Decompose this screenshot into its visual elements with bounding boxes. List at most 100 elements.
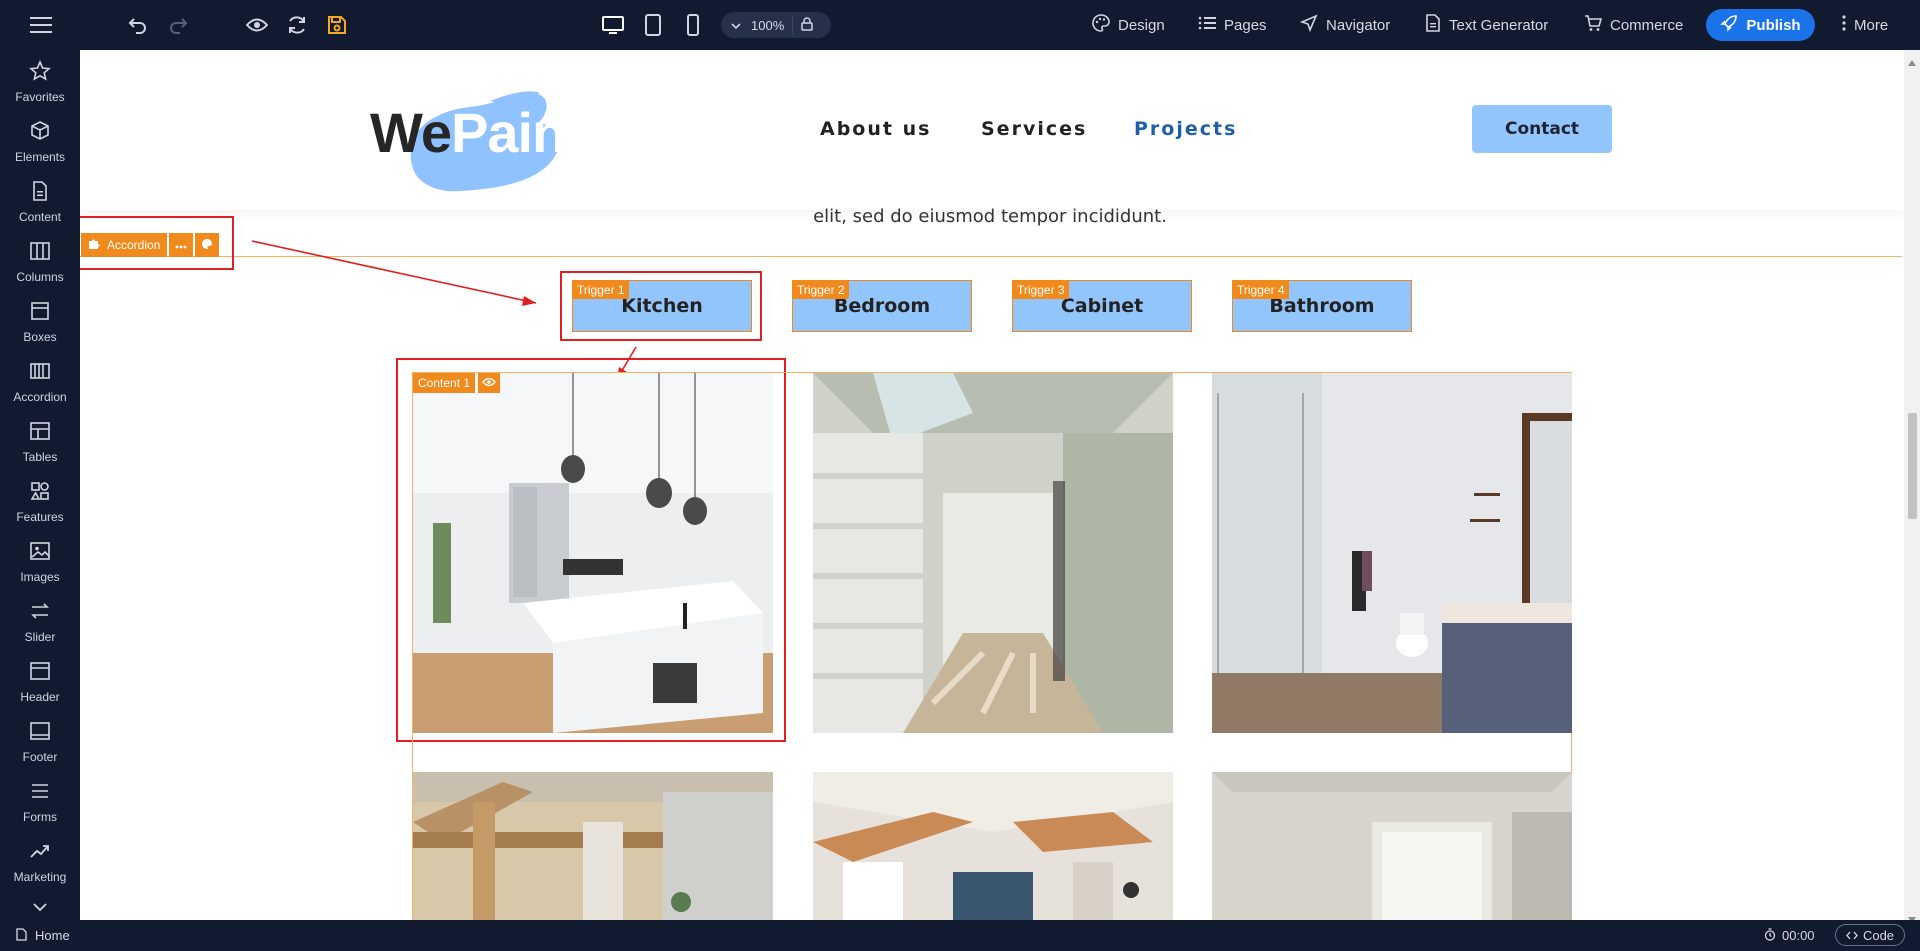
sidebar-item-label: Elements	[14, 150, 66, 164]
sidebar-item-marketing[interactable]: Marketing	[0, 834, 80, 894]
menu-icon[interactable]	[28, 10, 54, 40]
logo-text-light: Paint	[451, 101, 584, 164]
text-generator-label: Text Generator	[1449, 16, 1549, 34]
mobile-view-icon[interactable]	[680, 10, 706, 40]
pages-button[interactable]: Pages	[1198, 0, 1267, 50]
nav-services[interactable]: Services	[981, 118, 1087, 140]
photo-loft-renovation[interactable]	[813, 772, 1173, 920]
photo-closet[interactable]	[813, 373, 1173, 733]
sidebar-item-content[interactable]: Content	[0, 174, 80, 234]
bottom-status-bar: Home 00:00 Code	[0, 920, 1920, 951]
sidebar-item-label: Features	[16, 510, 64, 524]
accordion-icon	[29, 354, 51, 390]
site-logo[interactable]: WePaint	[370, 100, 584, 165]
commerce-label: Commerce	[1610, 16, 1684, 34]
sidebar-item-header[interactable]: Header	[0, 654, 80, 714]
sidebar-item-tables[interactable]: Tables	[0, 414, 80, 474]
save-icon[interactable]	[324, 10, 350, 40]
scroll-thumb[interactable]	[1908, 413, 1917, 519]
sidebar-item-label: Slider	[24, 630, 56, 644]
star-icon	[29, 54, 51, 90]
pages-label: Pages	[1224, 16, 1267, 34]
photo-white-room[interactable]	[1212, 772, 1572, 920]
photo-bathroom[interactable]	[1212, 373, 1572, 733]
sidebar-item-label: Tables	[22, 450, 58, 464]
navigation-arrow-icon	[1299, 14, 1318, 36]
desktop-view-icon[interactable]	[600, 10, 626, 40]
sidebar-item-footer[interactable]: Footer	[0, 714, 80, 774]
sidebar-item-columns[interactable]: Columns	[0, 234, 80, 294]
undo-icon[interactable]	[126, 10, 150, 40]
accordion-trigger-bedroom[interactable]: Trigger 2 Bedroom	[792, 280, 972, 332]
sidebar-item-label: Forms	[23, 810, 57, 824]
accordion-trigger-cabinet[interactable]: Trigger 3 Cabinet	[1012, 280, 1192, 332]
timer: 00:00	[1764, 920, 1815, 951]
refresh-icon[interactable]	[284, 10, 310, 40]
content-chip[interactable]: Content 1	[413, 373, 476, 393]
sidebar-item-favorites[interactable]: Favorites	[0, 54, 80, 114]
sidebar-item-label: Marketing	[13, 870, 67, 884]
sidebar-scroll-down[interactable]	[0, 896, 80, 920]
box-icon	[29, 294, 51, 330]
design-button[interactable]: Design	[1092, 0, 1165, 50]
content-tag: Content 1	[413, 373, 501, 393]
document-icon	[1425, 14, 1441, 36]
highlight-accordion-toolbar	[80, 216, 234, 270]
commerce-button[interactable]: Commerce	[1584, 0, 1683, 50]
tablet-view-icon[interactable]	[640, 10, 666, 40]
sidebar-item-images[interactable]: Images	[0, 534, 80, 594]
publish-button[interactable]: Publish	[1706, 9, 1815, 41]
sidebar-item-accordion[interactable]: Accordion	[0, 354, 80, 414]
forms-icon	[29, 774, 51, 810]
footer-icon	[29, 714, 51, 750]
sidebar-item-forms[interactable]: Forms	[0, 774, 80, 834]
content-visibility-button[interactable]	[478, 373, 501, 393]
timer-value: 00:00	[1782, 928, 1815, 943]
sidebar-item-label: Images	[20, 570, 60, 584]
left-sidebar: Favorites Elements Content Columns Boxes…	[0, 50, 80, 920]
nav-projects[interactable]: Projects	[1134, 118, 1237, 140]
accordion-trigger-kitchen[interactable]: Trigger 1 Kitchen	[572, 280, 752, 332]
cube-icon	[29, 114, 51, 150]
publish-label: Publish	[1746, 16, 1801, 34]
marketing-icon	[29, 834, 51, 870]
sidebar-item-elements[interactable]: Elements	[0, 114, 80, 174]
lock-icon[interactable]	[801, 16, 813, 34]
canvas-scrollbar[interactable]	[1904, 50, 1920, 923]
sidebar-item-label: Columns	[16, 270, 64, 284]
more-button[interactable]: More	[1842, 0, 1888, 50]
sidebar-item-label: Footer	[22, 750, 58, 764]
stopwatch-icon	[1764, 927, 1776, 944]
text-generator-button[interactable]: Text Generator	[1425, 0, 1548, 50]
current-page[interactable]: Home	[16, 920, 70, 951]
sidebar-item-label: Favorites	[15, 90, 65, 104]
slider-icon	[29, 594, 51, 630]
contact-button[interactable]: Contact	[1472, 105, 1612, 153]
header-icon	[29, 654, 51, 690]
chevron-down-icon	[731, 18, 741, 33]
sidebar-item-boxes[interactable]: Boxes	[0, 294, 80, 354]
cart-icon	[1584, 14, 1603, 36]
scroll-up-arrow-icon[interactable]	[1908, 53, 1916, 71]
chevron-down-icon	[32, 896, 48, 920]
sidebar-item-features[interactable]: Features	[0, 474, 80, 534]
zoom-select[interactable]: 100%	[721, 12, 831, 38]
nav-about-us[interactable]: About us	[820, 118, 931, 140]
current-page-label: Home	[35, 928, 70, 943]
table-icon	[29, 414, 51, 450]
zoom-divider	[792, 16, 794, 34]
trigger-tag: Trigger 3	[1013, 281, 1069, 299]
navigator-button[interactable]: Navigator	[1299, 0, 1390, 50]
redo-icon[interactable]	[166, 10, 190, 40]
photo-attic-beams[interactable]	[413, 772, 773, 920]
site-header[interactable]: WePaint About us Services Projects Conta…	[80, 50, 1904, 210]
sidebar-item-label: Accordion	[13, 390, 67, 404]
features-icon	[29, 474, 51, 510]
columns-icon	[29, 234, 51, 270]
sidebar-item-slider[interactable]: Slider	[0, 594, 80, 654]
photo-kitchen[interactable]	[413, 373, 773, 733]
code-button[interactable]: Code	[1835, 924, 1905, 946]
code-brackets-icon	[1846, 928, 1858, 943]
preview-eye-icon[interactable]	[244, 10, 270, 40]
accordion-trigger-bathroom[interactable]: Trigger 4 Bathroom	[1232, 280, 1412, 332]
